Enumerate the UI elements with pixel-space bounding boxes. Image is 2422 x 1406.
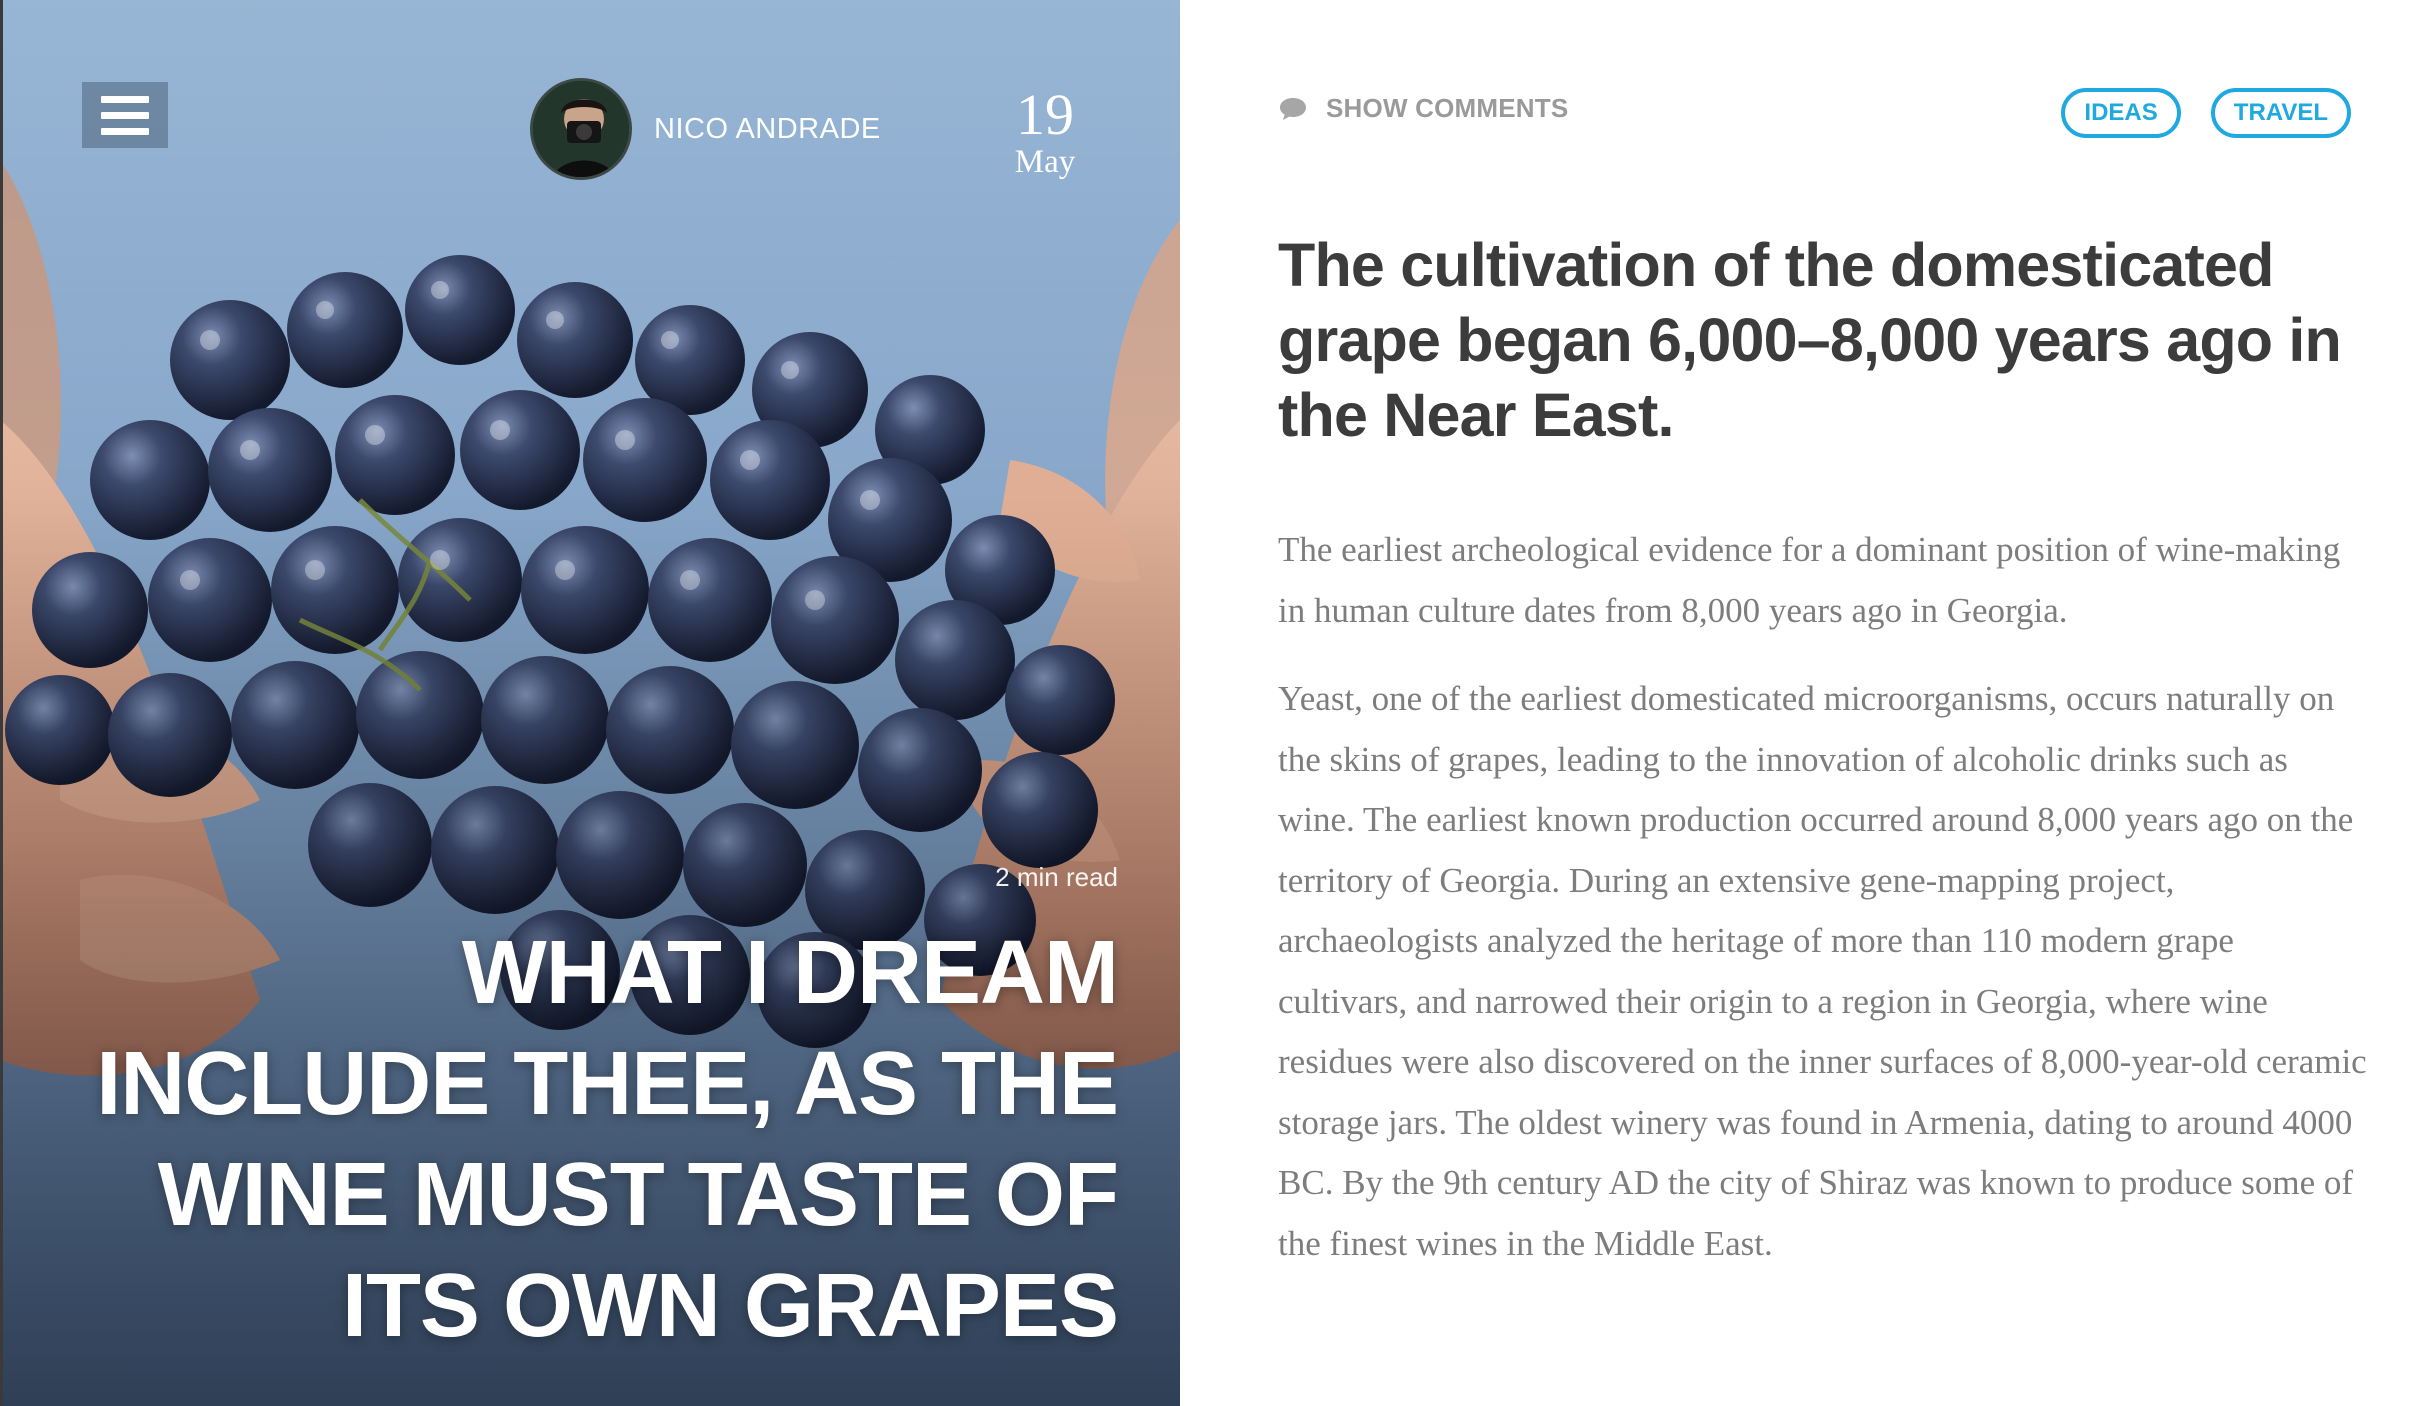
date-day: 19	[1016, 82, 1074, 147]
hero-panel: NICO ANDRADE 19 May 2 min read WHAT I DR…	[0, 0, 1180, 1406]
menu-bar	[101, 111, 149, 119]
tag-list: IDEAS TRAVEL	[2061, 88, 2351, 138]
article-title: The cultivation of the domesticated grap…	[1278, 231, 2342, 449]
page: NICO ANDRADE 19 May 2 min read WHAT I DR…	[0, 0, 2422, 1406]
hamburger-menu-icon[interactable]	[82, 82, 168, 148]
date-month: May	[1014, 144, 1076, 180]
show-comments-button[interactable]: SHOW COMMENTS	[1278, 93, 1568, 124]
speech-bubble-icon	[1280, 97, 1306, 120]
author-avatar[interactable]	[530, 78, 632, 180]
author-block[interactable]: NICO ANDRADE	[530, 78, 881, 180]
avatar-photo	[533, 81, 629, 177]
menu-bar	[101, 127, 149, 135]
tag-ideas[interactable]: IDEAS	[2061, 88, 2181, 138]
author-name[interactable]: NICO ANDRADE	[654, 113, 881, 146]
article-paragraph: The earliest archeological evidence for …	[1278, 530, 2341, 630]
menu-bar	[101, 95, 149, 103]
article-body: The earliest archeological evidence for …	[1278, 520, 2368, 1302]
window-edge	[0, 0, 3, 1406]
read-time: 2 min read	[995, 862, 1118, 892]
post-date: 19 May	[990, 86, 1100, 179]
hero-title: WHAT I DREAM INCLUDE THEE, AS THE WINE M…	[96, 923, 1119, 1356]
tag-travel[interactable]: TRAVEL	[2210, 88, 2351, 138]
show-comments-label[interactable]: SHOW COMMENTS	[1326, 93, 1568, 124]
article-paragraph: Yeast, one of the earliest domesticated …	[1278, 679, 2367, 1263]
